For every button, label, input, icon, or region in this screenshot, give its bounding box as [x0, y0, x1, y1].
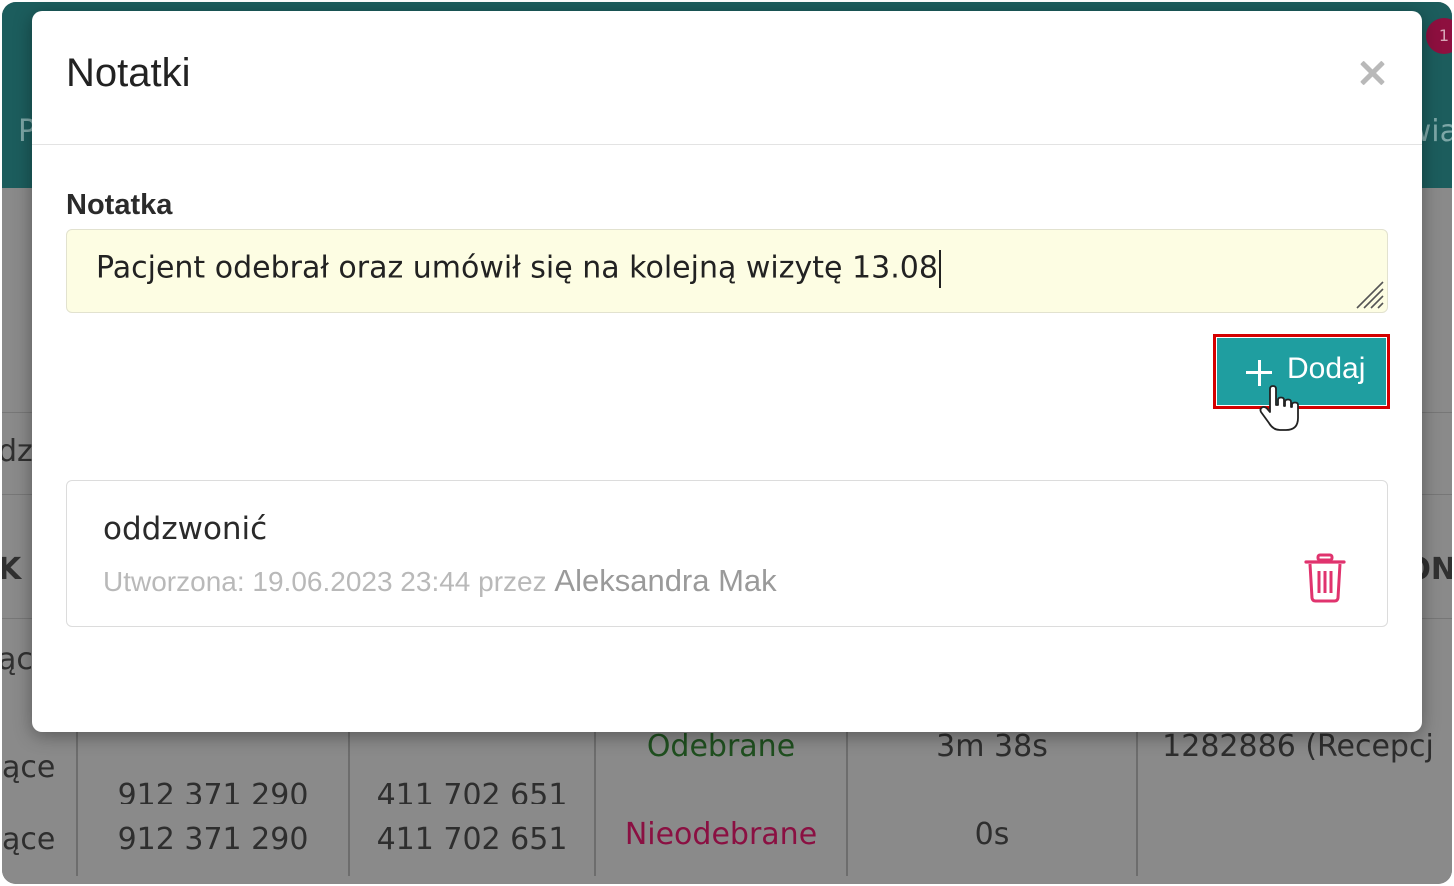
resize-handle-icon[interactable]: [1353, 278, 1385, 310]
note-textarea-value: Pacjent odebrał oraz umówił się na kolej…: [96, 250, 941, 288]
status-cell: Odebrane: [596, 732, 848, 804]
note-author: Aleksandra Mak: [554, 563, 777, 598]
plus-icon: [1246, 360, 1272, 386]
text-caret: [938, 250, 941, 288]
add-note-button-label: Dodaj: [1287, 352, 1366, 385]
table-cell: ące: [2, 732, 78, 804]
status-cell: Nieodebrane: [596, 804, 848, 876]
note-item: oddzwonić Utworzona: 19.06.2023 23:44 pr…: [66, 480, 1388, 627]
table-cell: 1282886 (Recepcj: [1162, 732, 1434, 764]
table-cell: ące: [2, 804, 78, 876]
table-cell: 411 702 651: [350, 804, 596, 876]
notification-badge[interactable]: 1: [1426, 18, 1452, 54]
notes-modal: Notatki Notatka Pacjent odebrał oraz umó…: [32, 11, 1422, 732]
modal-header: Notatki: [32, 11, 1422, 145]
note-text: oddzwonić: [103, 511, 268, 547]
table-cell: [1138, 804, 1452, 876]
table-cell: 3m 38s: [848, 732, 1138, 804]
column-header: K: [2, 552, 22, 587]
table-cell: 912 371 290: [78, 732, 350, 804]
trash-icon[interactable]: [1303, 553, 1347, 603]
calls-table: ące 912 371 290 411 702 651 Odebrane 3m …: [2, 732, 1452, 884]
table-cell: 912 371 290: [78, 804, 350, 876]
modal-title: Notatki: [66, 51, 191, 95]
note-meta: Utworzona: 19.06.2023 23:44 przez Aleksa…: [103, 563, 777, 599]
note-created-label: Utworzona: 19.06.2023 23:44 przez: [103, 566, 547, 597]
note-textarea[interactable]: Pacjent odebrał oraz umówił się na kolej…: [66, 229, 1388, 313]
close-icon[interactable]: [1354, 55, 1390, 91]
table-row[interactable]: ące 912 371 290 411 702 651 Nieodebrane …: [2, 804, 1452, 876]
table-cell: 0s: [848, 804, 1138, 876]
filter-label: dz: [2, 434, 33, 469]
table-row[interactable]: ące 912 371 290 411 702 651 Odebrane 3m …: [2, 732, 1452, 804]
table-cell: 411 702 651: [350, 732, 596, 804]
note-field-label: Notatka: [66, 189, 173, 221]
hand-cursor-icon: [1259, 385, 1299, 431]
